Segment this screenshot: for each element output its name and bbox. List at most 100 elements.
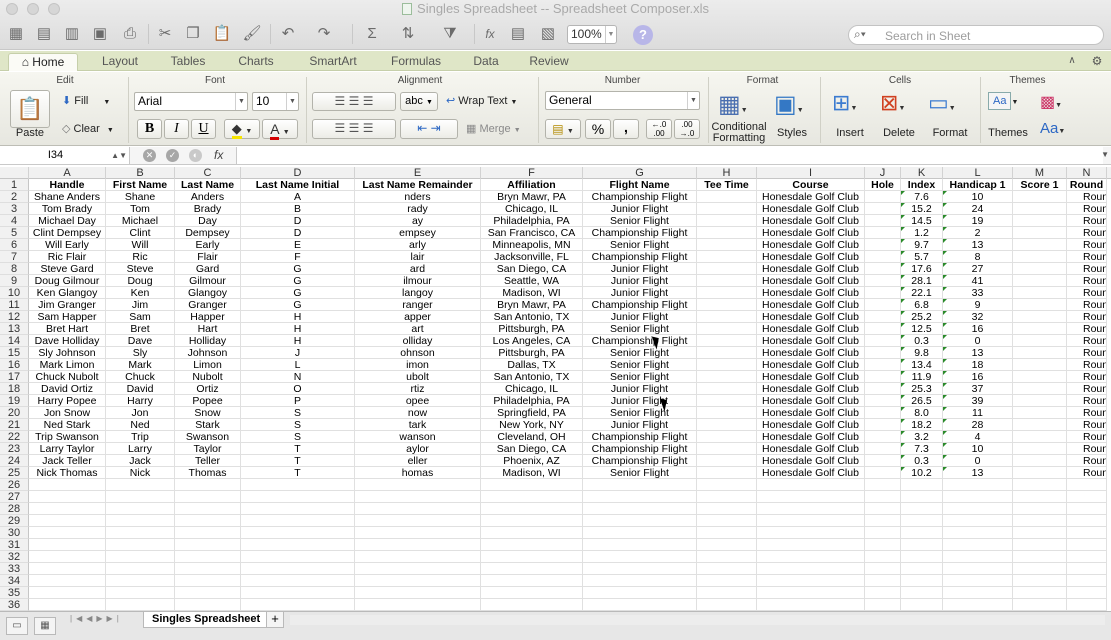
table-cell[interactable]: D (241, 227, 355, 239)
table-cell[interactable]: Bret (106, 323, 175, 335)
table-cell[interactable]: 0 (943, 455, 1013, 467)
table-cell[interactable] (697, 263, 757, 275)
table-cell[interactable] (1013, 419, 1067, 431)
table-cell[interactable] (1013, 359, 1067, 371)
table-cell[interactable]: Glangoy (175, 287, 241, 299)
empty-cell[interactable] (697, 515, 757, 527)
table-cell[interactable]: Doug Gilmour (29, 275, 106, 287)
font-size-select[interactable]: 10 ▼ (252, 92, 299, 111)
empty-cell[interactable] (241, 539, 355, 551)
table-cell[interactable]: Roun (1067, 311, 1107, 323)
empty-cell[interactable] (583, 527, 697, 539)
table-cell[interactable] (697, 407, 757, 419)
paste-button[interactable]: 📋 (10, 90, 50, 128)
row-header[interactable]: 1 (0, 179, 29, 191)
table-cell[interactable]: Harry (106, 395, 175, 407)
table-cell[interactable]: Taylor (175, 443, 241, 455)
table-cell[interactable]: Honesdale Golf Club (757, 191, 865, 203)
add-sheet-button[interactable]: + (266, 612, 284, 628)
decrease-decimal-button[interactable]: .00 →.0 (674, 119, 700, 139)
table-cell[interactable]: eller (355, 455, 481, 467)
empty-cell[interactable] (1067, 515, 1107, 527)
formula-builder-icon[interactable]: ▤ (508, 24, 528, 44)
table-cell[interactable] (1013, 263, 1067, 275)
page-layout-view-button[interactable]: ▦ (34, 617, 56, 635)
column-header-b[interactable]: B (106, 167, 175, 179)
table-cell[interactable]: Junior Flight (583, 203, 697, 215)
column-header-c[interactable]: C (175, 167, 241, 179)
empty-cell[interactable] (355, 551, 481, 563)
table-cell[interactable] (865, 431, 901, 443)
table-cell[interactable] (865, 311, 901, 323)
table-cell[interactable] (1013, 203, 1067, 215)
empty-cell[interactable] (583, 503, 697, 515)
empty-cell[interactable] (175, 491, 241, 503)
table-cell[interactable]: Minneapolis, MN (481, 239, 583, 251)
table-cell[interactable]: Senior Flight (583, 371, 697, 383)
table-cell[interactable]: 10 (943, 191, 1013, 203)
table-cell[interactable]: G (241, 263, 355, 275)
underline-button[interactable]: U (191, 119, 216, 139)
row-header[interactable]: 6 (0, 239, 29, 251)
table-cell[interactable]: 10.2 (901, 467, 943, 479)
row-header[interactable]: 24 (0, 455, 29, 467)
table-cell[interactable]: Philadelphia, PA (481, 215, 583, 227)
empty-cell[interactable] (583, 551, 697, 563)
table-cell[interactable]: 19 (943, 215, 1013, 227)
table-cell[interactable]: Roun (1067, 239, 1107, 251)
empty-cell[interactable] (901, 599, 943, 611)
empty-cell[interactable] (175, 563, 241, 575)
empty-cell[interactable] (1013, 563, 1067, 575)
table-cell[interactable]: Honesdale Golf Club (757, 323, 865, 335)
row-header[interactable]: 13 (0, 323, 29, 335)
column-header-a[interactable]: A (29, 167, 106, 179)
row-header[interactable]: 36 (0, 599, 29, 611)
table-cell[interactable]: Honesdale Golf Club (757, 359, 865, 371)
table-cell[interactable] (1013, 251, 1067, 263)
empty-cell[interactable] (901, 527, 943, 539)
table-cell[interactable]: ard (355, 263, 481, 275)
header-cell[interactable]: Affiliation (481, 179, 583, 191)
empty-cell[interactable] (241, 527, 355, 539)
empty-cell[interactable] (757, 503, 865, 515)
table-cell[interactable]: Honesdale Golf Club (757, 251, 865, 263)
empty-cell[interactable] (355, 587, 481, 599)
table-cell[interactable]: Dallas, TX (481, 359, 583, 371)
empty-cell[interactable] (241, 479, 355, 491)
table-cell[interactable]: Dempsey (175, 227, 241, 239)
table-cell[interactable]: Honesdale Golf Club (757, 299, 865, 311)
table-cell[interactable]: Thomas (175, 467, 241, 479)
header-cell[interactable]: Handicap 1 (943, 179, 1013, 191)
table-cell[interactable]: H (241, 335, 355, 347)
table-cell[interactable]: Honesdale Golf Club (757, 395, 865, 407)
empty-cell[interactable] (697, 539, 757, 551)
table-cell[interactable]: Tom (106, 203, 175, 215)
table-cell[interactable]: 9.8 (901, 347, 943, 359)
empty-cell[interactable] (1013, 539, 1067, 551)
table-cell[interactable] (865, 455, 901, 467)
clear-button[interactable]: ◇ Clear ▼ (62, 122, 114, 135)
table-cell[interactable] (865, 371, 901, 383)
empty-cell[interactable] (865, 503, 901, 515)
empty-cell[interactable] (355, 515, 481, 527)
empty-cell[interactable] (1013, 515, 1067, 527)
table-cell[interactable]: S (241, 431, 355, 443)
empty-cell[interactable] (901, 587, 943, 599)
empty-cell[interactable] (901, 491, 943, 503)
table-cell[interactable]: J (241, 347, 355, 359)
table-cell[interactable] (865, 275, 901, 287)
table-cell[interactable]: D (241, 215, 355, 227)
format-cells-button[interactable]: ▭▼ (928, 90, 968, 120)
row-header[interactable]: 25 (0, 467, 29, 479)
table-cell[interactable]: opee (355, 395, 481, 407)
empty-cell[interactable] (697, 527, 757, 539)
empty-cell[interactable] (865, 599, 901, 611)
header-cell[interactable]: Hole (865, 179, 901, 191)
column-header-d[interactable]: D (241, 167, 355, 179)
table-cell[interactable]: 14.5 (901, 215, 943, 227)
row-header[interactable]: 10 (0, 287, 29, 299)
table-cell[interactable]: 8 (943, 251, 1013, 263)
empty-cell[interactable] (106, 479, 175, 491)
table-cell[interactable]: Nubolt (175, 371, 241, 383)
sheet-navigation-arrows[interactable]: |◀◀▶▶| (70, 614, 123, 623)
